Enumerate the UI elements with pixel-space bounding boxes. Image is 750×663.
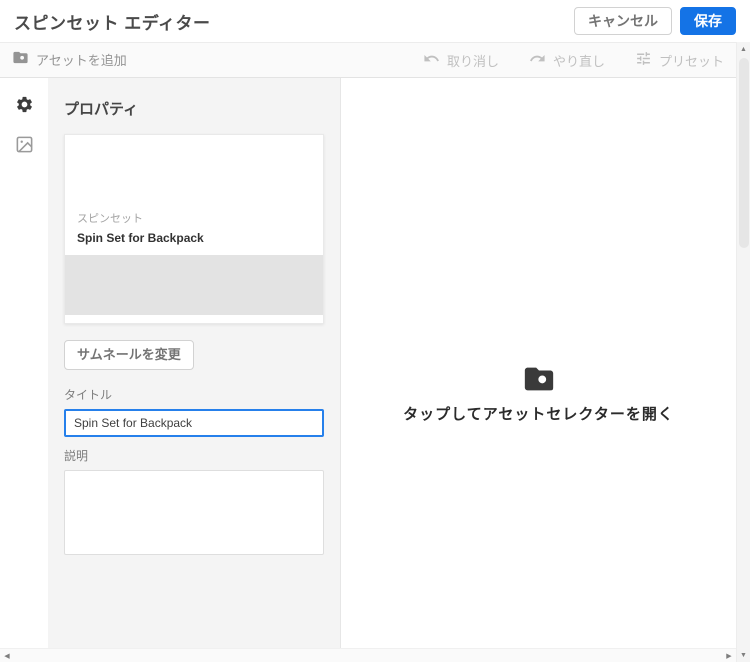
image-icon bbox=[15, 135, 34, 157]
properties-panel: プロパティ スピンセット Spin Set for Backpack サムネール… bbox=[48, 78, 340, 648]
description-label: 説明 bbox=[64, 447, 324, 464]
undo-label: 取り消し bbox=[447, 51, 499, 70]
header: スピンセット エディター キャンセル 保存 bbox=[0, 0, 750, 42]
scroll-up-arrow-icon[interactable]: ▲ bbox=[737, 42, 750, 56]
thumbnail-footer bbox=[65, 315, 323, 323]
undo-button[interactable]: 取り消し bbox=[423, 50, 499, 70]
thumbnail-placeholder-strip bbox=[65, 255, 323, 315]
empty-state: タップしてアセットセレクターを開く bbox=[403, 362, 674, 424]
header-actions: キャンセル 保存 bbox=[574, 7, 736, 36]
scroll-right-arrow-icon[interactable]: ▶ bbox=[722, 649, 736, 663]
scroll-down-arrow-icon[interactable]: ▼ bbox=[737, 648, 750, 662]
side-rail bbox=[0, 78, 48, 648]
page-title: スピンセット エディター bbox=[14, 9, 211, 34]
title-label: タイトル bbox=[64, 386, 324, 403]
add-asset-button[interactable]: アセットを追加 bbox=[12, 49, 127, 69]
sliders-icon bbox=[635, 50, 652, 70]
asset-selector-dropzone[interactable]: タップしてアセットセレクターを開く bbox=[340, 78, 736, 648]
toolbar-right: 取り消し やり直し bbox=[423, 50, 724, 70]
folder-search-icon bbox=[12, 49, 29, 69]
folder-search-icon bbox=[522, 362, 556, 403]
title-input[interactable] bbox=[64, 409, 324, 437]
tab-images[interactable] bbox=[7, 130, 41, 162]
redo-arrow-icon bbox=[529, 50, 546, 70]
vertical-scrollbar[interactable]: ▲ ▼ bbox=[736, 42, 750, 662]
panel-heading: プロパティ bbox=[64, 98, 324, 119]
preset-label: プリセット bbox=[659, 51, 724, 70]
save-button[interactable]: 保存 bbox=[680, 7, 736, 36]
preset-button[interactable]: プリセット bbox=[635, 50, 724, 70]
scrollbar-thumb[interactable] bbox=[739, 58, 749, 248]
thumbnail-preview: スピンセット Spin Set for Backpack bbox=[65, 135, 323, 255]
horizontal-scrollbar[interactable]: ◀ ▶ bbox=[0, 648, 736, 662]
empty-state-text: タップしてアセットセレクターを開く bbox=[403, 403, 674, 424]
tab-properties[interactable] bbox=[7, 90, 41, 122]
thumbnail-card: スピンセット Spin Set for Backpack bbox=[64, 134, 324, 324]
toolbar: アセットを追加 取り消し bbox=[0, 42, 736, 78]
description-textarea[interactable] bbox=[64, 470, 324, 555]
scroll-left-arrow-icon[interactable]: ◀ bbox=[0, 649, 14, 663]
gear-icon bbox=[15, 95, 34, 117]
undo-arrow-icon bbox=[423, 50, 440, 70]
spin-set-editor-window: スピンセット エディター キャンセル 保存 bbox=[0, 0, 750, 662]
redo-button[interactable]: やり直し bbox=[529, 50, 605, 70]
redo-label: やり直し bbox=[553, 51, 605, 70]
add-asset-label: アセットを追加 bbox=[36, 50, 127, 69]
thumbnail-type-label: スピンセット bbox=[77, 210, 311, 226]
toolbar-left: アセットを追加 bbox=[12, 49, 127, 71]
thumbnail-title: Spin Set for Backpack bbox=[77, 231, 311, 245]
change-thumbnail-button[interactable]: サムネールを変更 bbox=[64, 340, 194, 370]
cancel-button[interactable]: キャンセル bbox=[574, 7, 672, 36]
